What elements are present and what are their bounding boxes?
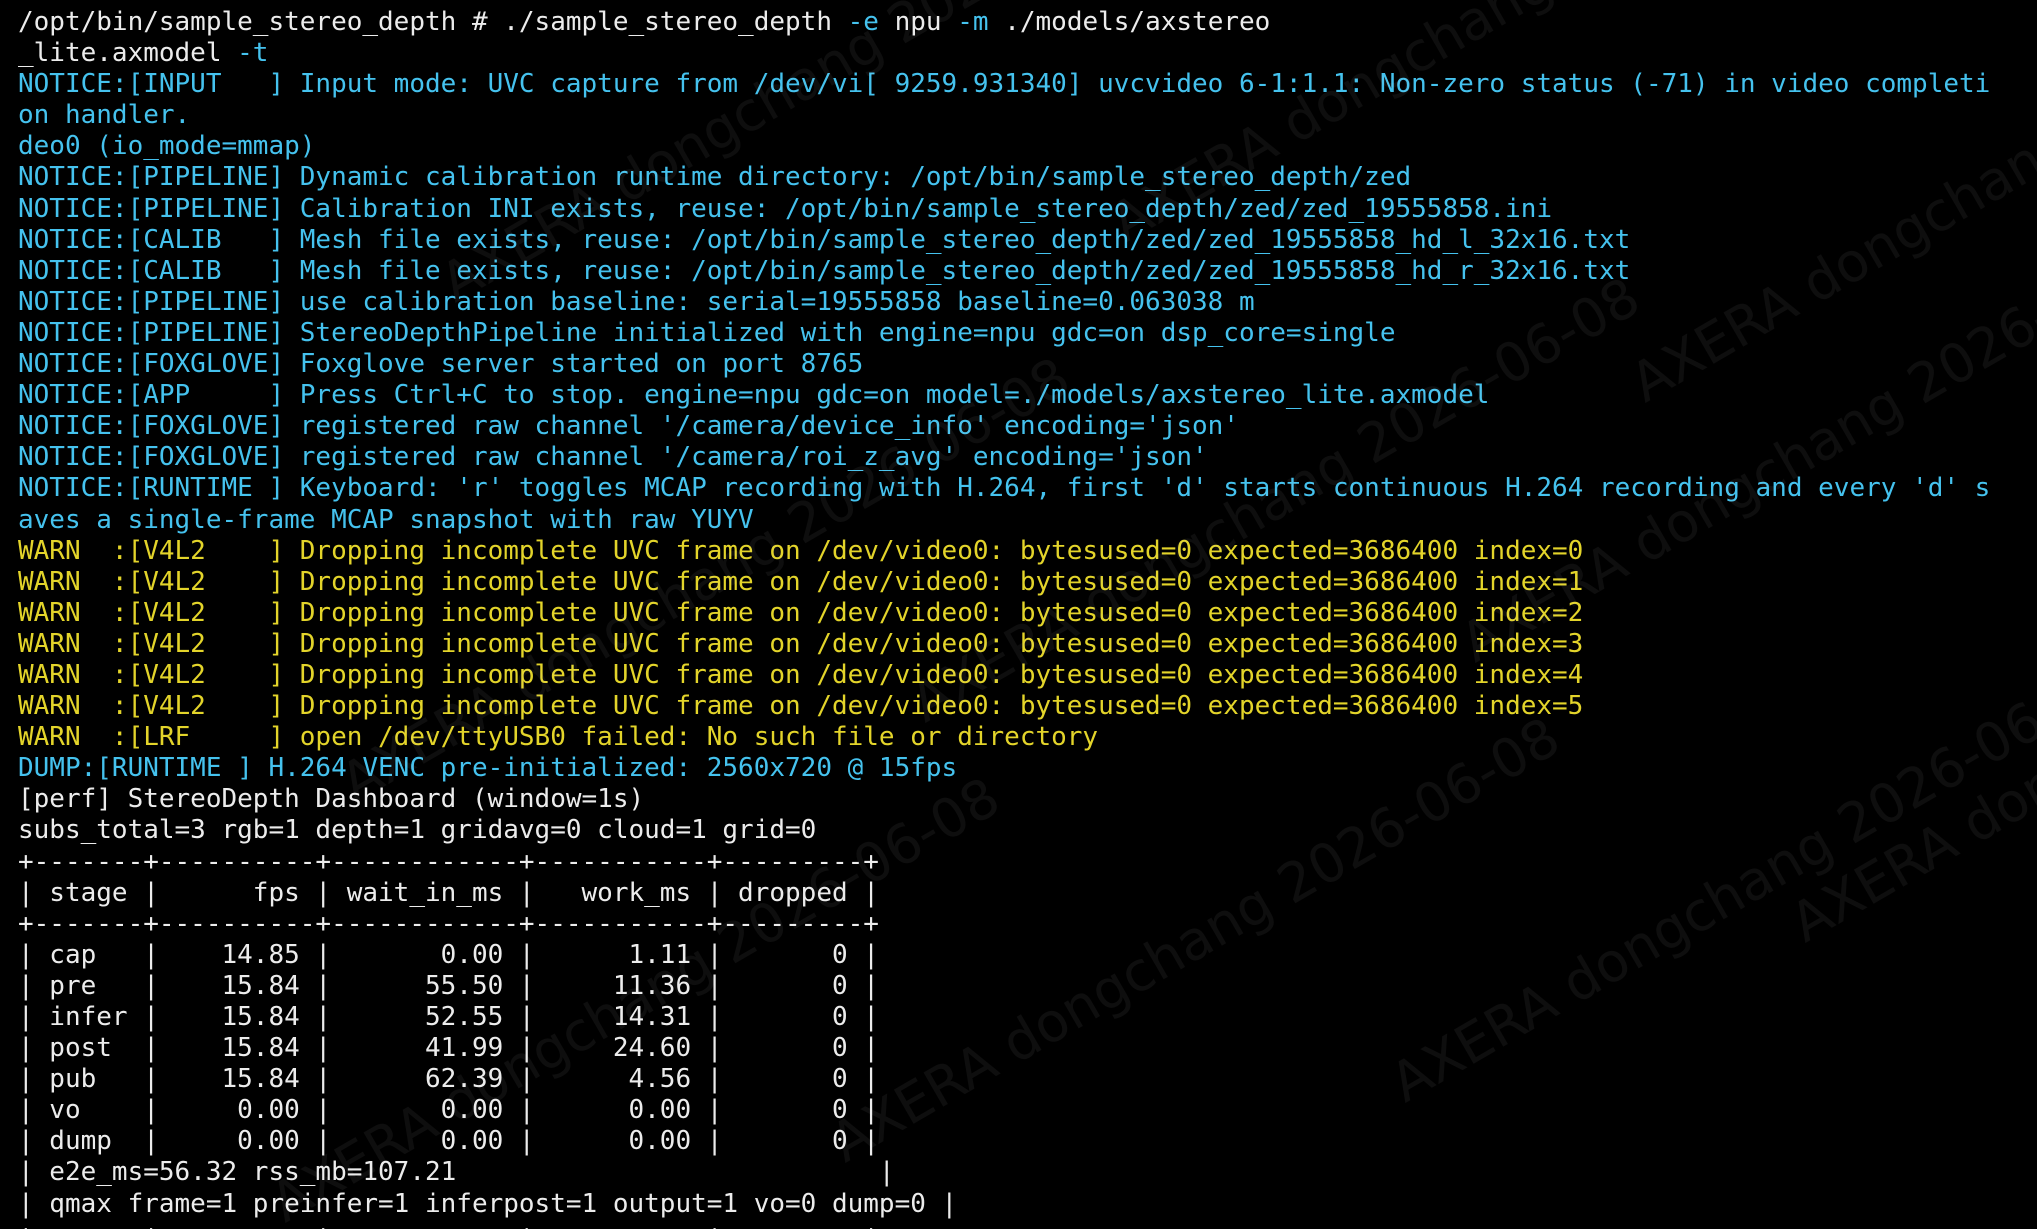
terminal-line: | pub | 15.84 | 62.39 | 4.56 | 0 | [18,1064,1990,1095]
terminal-line-segment: ./models/axstereo [988,7,1271,37]
terminal-line-segment: | stage | fps | wait_in_ms | work_ms | d… [18,877,879,908]
terminal-line: NOTICE:[CALIB ] Mesh file exists, reuse:… [18,256,1990,287]
terminal-line-segment: -e [847,7,879,37]
terminal-line: NOTICE:[INPUT ] Input mode: UVC capture … [18,69,1990,100]
terminal-line: _lite.axmodel -t [18,38,1990,69]
terminal-line-segment: | infer | 15.84 | 52.55 | 14.31 | 0 | [18,1002,879,1032]
terminal-line: WARN :[V4L2 ] Dropping incomplete UVC fr… [18,598,1990,629]
terminal-line: deo0 (io_mode=mmap) [18,131,1990,162]
terminal-line-segment: WARN :[LRF ] open /dev/ttyUSB0 failed: N… [18,722,1099,753]
terminal-line-segment: NOTICE:[FOXGLOVE] Foxglove server starte… [18,349,864,380]
terminal-line: on handler. [18,100,1990,131]
terminal-line-segment: +-------+----------+------------+-------… [18,846,879,877]
terminal-line-segment: | cap | 14.85 | 0.00 | 1.11 | 0 | [18,939,879,970]
terminal-line: WARN :[V4L2 ] Dropping incomplete UVC fr… [18,567,1990,598]
terminal-line-segment: [perf] StereoDepth Dashboard (window=1s) [18,784,645,815]
terminal-line-segment: /opt/bin/sample_stereo_depth # ./sample_… [18,7,848,37]
terminal-line-segment: on handler. [18,100,191,131]
terminal-line-segment: NOTICE:[PIPELINE] use calibration baseli… [18,286,1255,317]
terminal-line: NOTICE:[PIPELINE] Dynamic calibration ru… [18,162,1990,193]
terminal-line-segment: NOTICE:[PIPELINE] Dynamic calibration ru… [18,162,1412,193]
terminal-line-segment: NOTICE:[INPUT ] Input mode: UVC capture … [18,69,1991,100]
terminal-line: NOTICE:[RUNTIME ] Keyboard: 'r' toggles … [18,473,1990,504]
terminal-line: WARN :[V4L2 ] Dropping incomplete UVC fr… [18,660,1990,691]
terminal-line-segment: -t [237,38,269,69]
terminal-line-segment: NOTICE:[FOXGLOVE] registered raw channel… [18,442,1208,473]
terminal-line-segment: NOTICE:[APP ] Press Ctrl+C to stop. engi… [18,380,1490,411]
terminal-line: | dump | 0.00 | 0.00 | 0.00 | 0 | [18,1126,1990,1157]
terminal-line: NOTICE:[PIPELINE] Calibration INI exists… [18,194,1990,225]
terminal-line-segment: NOTICE:[FOXGLOVE] registered raw channel… [18,411,1239,442]
terminal-line: | post | 15.84 | 41.99 | 24.60 | 0 | [18,1033,1990,1064]
terminal-line: | pre | 15.84 | 55.50 | 11.36 | 0 | [18,971,1990,1002]
terminal-line: | infer | 15.84 | 52.55 | 14.31 | 0 | [18,1002,1990,1033]
terminal-line: +-------+----------+------------+-------… [18,847,1990,878]
terminal-line-segment: | e2e_ms=56.32 rss_mb=107.21 | [18,1157,895,1188]
terminal-line-segment: NOTICE:[RUNTIME ] Keyboard: 'r' toggles … [18,473,1991,504]
terminal-line-segment: | vo | 0.00 | 0.00 | 0.00 | 0 | [18,1095,879,1126]
terminal-line-segment: +-------+----------+------------+-------… [18,1220,879,1229]
terminal-line-segment: | post | 15.84 | 41.99 | 24.60 | 0 | [18,1033,879,1064]
terminal-line: DUMP:[RUNTIME ] H.264 VENC pre-initializ… [18,753,1990,784]
terminal-line-segment: NOTICE:[PIPELINE] StereoDepthPipeline in… [18,317,1396,348]
terminal-line: NOTICE:[FOXGLOVE] Foxglove server starte… [18,349,1990,380]
terminal-line: | vo | 0.00 | 0.00 | 0.00 | 0 | [18,1095,1990,1126]
terminal-line-segment: aves a single-frame MCAP snapshot with r… [18,504,754,535]
terminal-line-segment: subs_total=3 rgb=1 depth=1 gridavg=0 clo… [18,815,817,846]
terminal-line-segment: WARN :[V4L2 ] Dropping incomplete UVC fr… [18,597,1584,628]
terminal-line: | cap | 14.85 | 0.00 | 1.11 | 0 | [18,940,1990,971]
terminal-line: NOTICE:[FOXGLOVE] registered raw channel… [18,442,1990,473]
terminal-line: | e2e_ms=56.32 rss_mb=107.21 | [18,1157,1990,1188]
terminal-line: NOTICE:[FOXGLOVE] registered raw channel… [18,411,1990,442]
terminal-line: NOTICE:[CALIB ] Mesh file exists, reuse:… [18,225,1990,256]
terminal-line: WARN :[LRF ] open /dev/ttyUSB0 failed: N… [18,722,1990,753]
terminal-line-segment: | qmax frame=1 preinfer=1 inferpost=1 ou… [18,1188,958,1219]
terminal-line: /opt/bin/sample_stereo_depth # ./sample_… [18,7,1990,38]
terminal-line: WARN :[V4L2 ] Dropping incomplete UVC fr… [18,691,1990,722]
terminal-line-segment: -m [957,7,989,37]
terminal-line-segment: WARN :[V4L2 ] Dropping incomplete UVC fr… [18,628,1584,659]
terminal-line-segment: WARN :[V4L2 ] Dropping incomplete UVC fr… [18,566,1584,597]
terminal-line: NOTICE:[PIPELINE] use calibration baseli… [18,287,1990,318]
terminal-line: NOTICE:[APP ] Press Ctrl+C to stop. engi… [18,380,1990,411]
terminal-line: WARN :[V4L2 ] Dropping incomplete UVC fr… [18,629,1990,660]
terminal-output: /opt/bin/sample_stereo_depth # ./sample_… [18,7,1990,1229]
terminal-line-segment: npu [878,7,958,37]
terminal-line-segment: | pre | 15.84 | 55.50 | 11.36 | 0 | [18,970,879,1001]
terminal-line-segment: +-------+----------+------------+-------… [18,908,879,939]
terminal-line-segment: WARN :[V4L2 ] Dropping incomplete UVC fr… [18,659,1584,690]
terminal-line-segment: WARN :[V4L2 ] Dropping incomplete UVC fr… [18,691,1584,722]
terminal-line-segment: _lite.axmodel [18,38,238,69]
terminal-line-segment: NOTICE:[PIPELINE] Calibration INI exists… [18,193,1553,224]
terminal-line-segment: WARN :[V4L2 ] Dropping incomplete UVC fr… [18,535,1584,566]
terminal-line: +-------+----------+------------+-------… [18,1220,1990,1229]
terminal-line: +-------+----------+------------+-------… [18,909,1990,940]
terminal-line-segment: NOTICE:[CALIB ] Mesh file exists, reuse:… [18,255,1631,286]
terminal-line-segment: deo0 (io_mode=mmap) [18,131,316,162]
terminal-line: [perf] StereoDepth Dashboard (window=1s) [18,784,1990,815]
terminal-line: | stage | fps | wait_in_ms | work_ms | d… [18,878,1990,909]
terminal-line: | qmax frame=1 preinfer=1 inferpost=1 ou… [18,1189,1990,1220]
terminal-line-segment: | pub | 15.84 | 62.39 | 4.56 | 0 | [18,1064,879,1095]
terminal-line-segment: NOTICE:[CALIB ] Mesh file exists, reuse:… [18,224,1631,255]
terminal-line: aves a single-frame MCAP snapshot with r… [18,505,1990,536]
terminal-line-segment: DUMP:[RUNTIME ] H.264 VENC pre-initializ… [18,753,958,784]
terminal-window[interactable]: /opt/bin/sample_stereo_depth # ./sample_… [0,0,2037,1229]
terminal-line: subs_total=3 rgb=1 depth=1 gridavg=0 clo… [18,815,1990,846]
terminal-line: NOTICE:[PIPELINE] StereoDepthPipeline in… [18,318,1990,349]
terminal-line-segment: | dump | 0.00 | 0.00 | 0.00 | 0 | [18,1126,879,1157]
terminal-line: WARN :[V4L2 ] Dropping incomplete UVC fr… [18,536,1990,567]
